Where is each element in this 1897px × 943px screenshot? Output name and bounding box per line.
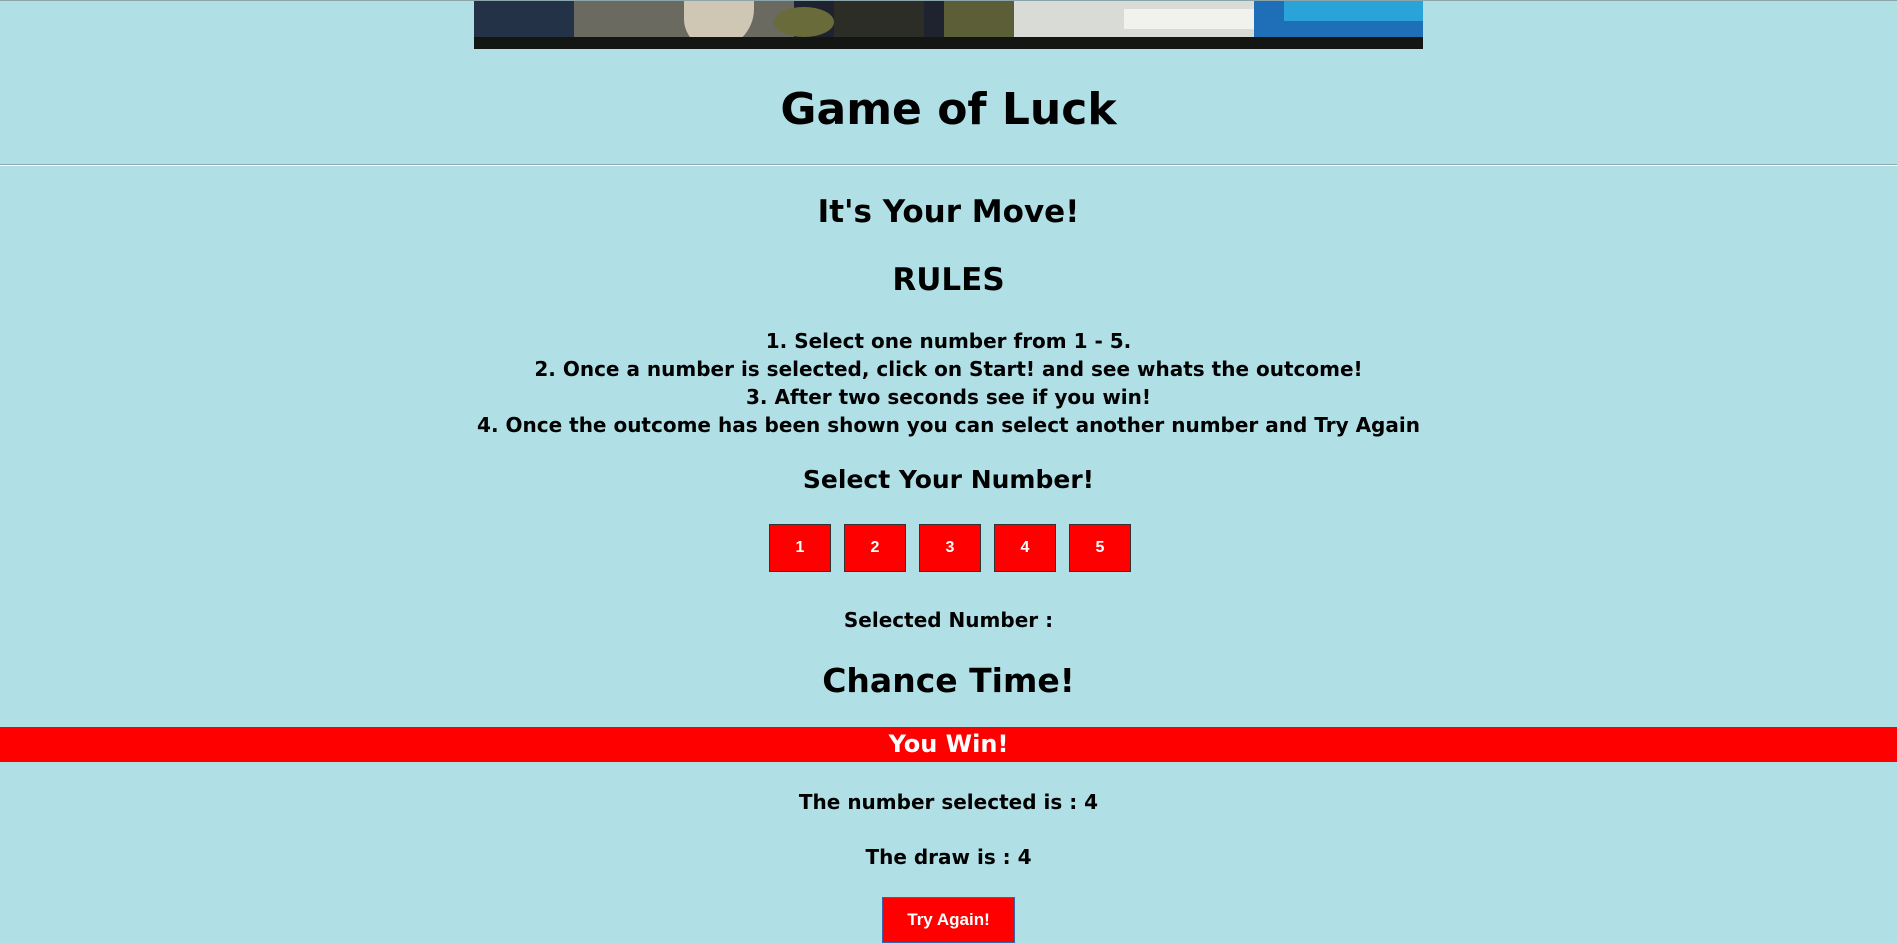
- rule-item: 2. Once a number is selected, click on S…: [534, 357, 1363, 381]
- number-buttons: 1 2 3 4 5: [769, 524, 1131, 572]
- rules-heading: RULES: [892, 262, 1005, 298]
- number-button-4[interactable]: 4: [994, 524, 1056, 572]
- divider: [0, 164, 1897, 166]
- selected-number-label: Selected Number :: [843, 608, 1054, 632]
- page-title: Game of Luck: [780, 84, 1117, 135]
- select-number-heading: Select Your Number!: [802, 465, 1095, 494]
- header-banner-image: [474, 1, 1423, 49]
- result-banner: You Win!: [0, 727, 1897, 762]
- chance-heading: Chance Time!: [822, 661, 1075, 700]
- draw-text: The draw is : 4: [865, 845, 1032, 869]
- rule-item: 3. After two seconds see if you win!: [745, 385, 1152, 409]
- number-button-3[interactable]: 3: [919, 524, 981, 572]
- number-button-2[interactable]: 2: [844, 524, 906, 572]
- number-button-1[interactable]: 1: [769, 524, 831, 572]
- number-button-5[interactable]: 5: [1069, 524, 1131, 572]
- move-heading: It's Your Move!: [817, 194, 1080, 230]
- rule-item: 1. Select one number from 1 - 5.: [765, 329, 1132, 353]
- rules-list: 1. Select one number from 1 - 5. 2. Once…: [0, 327, 1897, 439]
- rule-item: 4. Once the outcome has been shown you c…: [477, 413, 1420, 437]
- number-selected-text: The number selected is : 4: [798, 790, 1099, 814]
- try-again-button[interactable]: Try Again!: [882, 897, 1015, 943]
